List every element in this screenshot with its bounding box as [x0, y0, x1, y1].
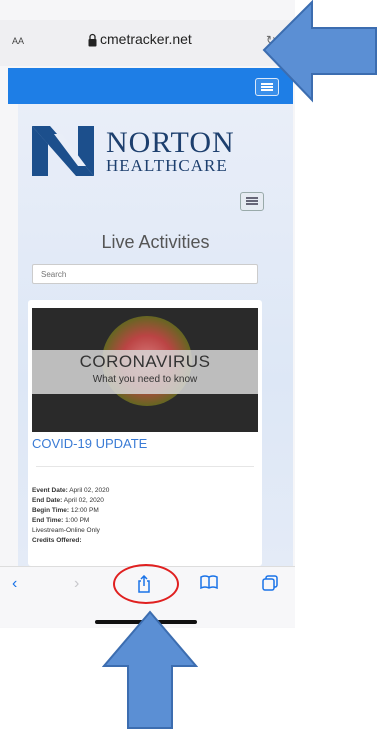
- domain-text: cmetracker.net: [100, 31, 192, 47]
- page-content: NORTON HEALTHCARE Live Activities CORONA…: [18, 104, 293, 566]
- event-title-link[interactable]: COVID-19 UPDATE: [32, 436, 147, 451]
- highlight-circle: [113, 564, 179, 604]
- detail-row: End Date: April 02, 2020: [32, 497, 104, 504]
- brand-name: NORTON: [106, 126, 235, 159]
- brand-subname: HEALTHCARE: [106, 156, 228, 175]
- arrow-pointing-to-address-bar: [262, 0, 377, 103]
- text-size-button[interactable]: AA: [12, 36, 24, 46]
- norton-logo-icon: [32, 126, 94, 176]
- coronavirus-banner-image[interactable]: CORONAVIRUS What you need to know: [32, 308, 258, 432]
- lock-icon: [88, 33, 97, 47]
- forward-icon[interactable]: ›: [74, 575, 79, 593]
- phone-screen: AA cmetracker.net ↻ NORTON HEALTHCARE Li…: [0, 0, 295, 628]
- event-details: Event Date: April 02, 2020 End Date: Apr…: [32, 486, 109, 546]
- address-bar[interactable]: AA cmetracker.net ↻: [0, 20, 295, 66]
- search-input[interactable]: [32, 264, 258, 284]
- bookmarks-icon[interactable]: [200, 575, 218, 589]
- detail-row: Livestream-Online Only: [32, 527, 100, 534]
- divider: [36, 466, 254, 467]
- activity-card[interactable]: CORONAVIRUS What you need to know COVID-…: [28, 300, 262, 566]
- banner-subtitle: What you need to know: [92, 374, 198, 385]
- detail-row: Credits Offered:: [32, 537, 82, 544]
- tabs-icon[interactable]: [262, 575, 278, 591]
- detail-row: Event Date: April 02, 2020: [32, 487, 110, 494]
- secondary-menu-button[interactable]: [240, 192, 264, 211]
- back-icon[interactable]: ‹: [12, 575, 17, 593]
- banner-title: CORONAVIRUS: [79, 352, 211, 371]
- site-navbar: [8, 68, 293, 104]
- detail-row: Begin Time: 12:00 PM: [32, 507, 99, 514]
- arrow-pointing-to-share-button: [102, 610, 198, 729]
- page-title: Live Activities: [101, 232, 210, 252]
- detail-row: End Time: 1:00 PM: [32, 517, 90, 524]
